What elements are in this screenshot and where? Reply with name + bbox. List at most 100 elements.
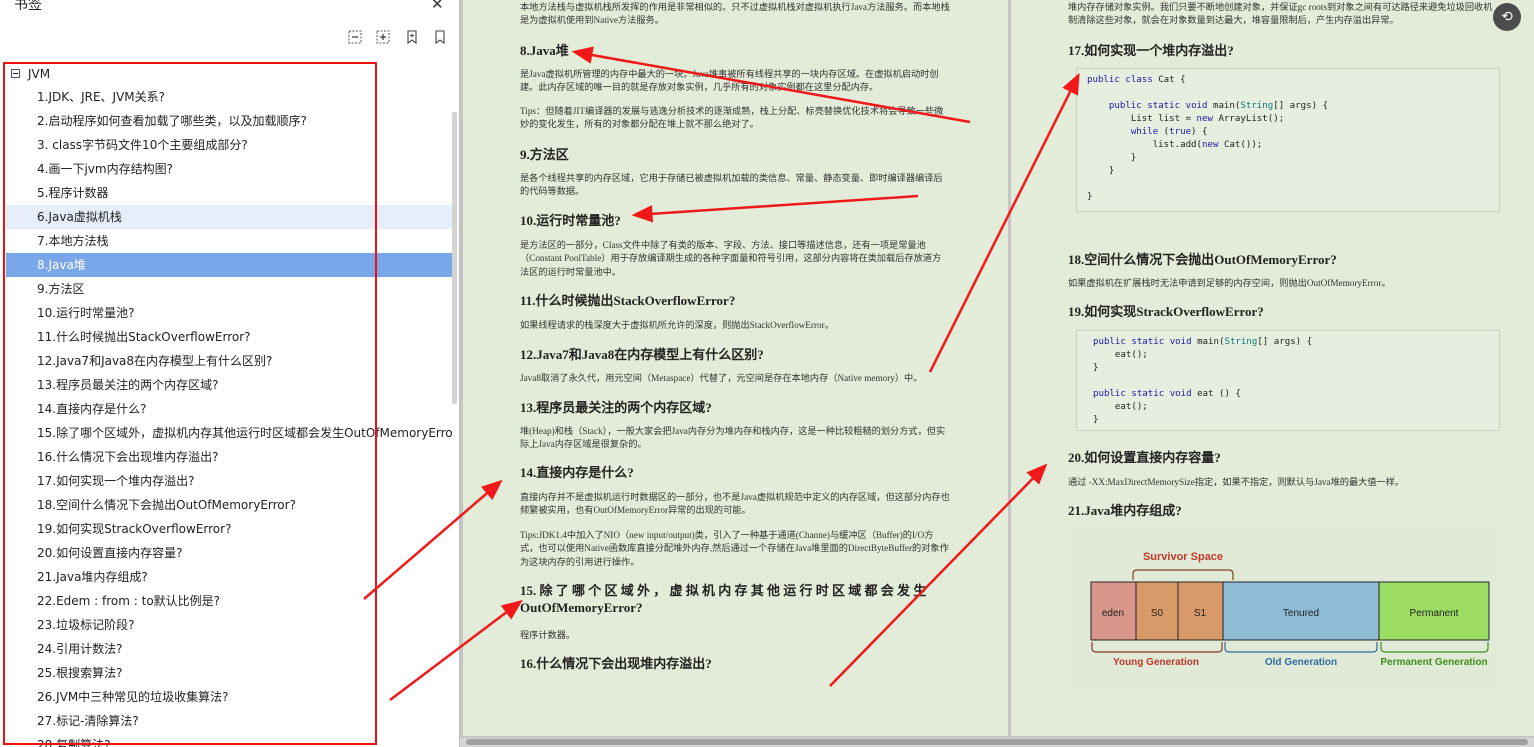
s1-label: S1 xyxy=(1194,608,1207,619)
code-line: while (true) { xyxy=(1130,127,1208,137)
bookmark-label: 23.垃圾标记阶段? xyxy=(37,618,135,632)
heading-15: 15. 除 了 哪 个 区 域 外 ， 虚 拟 机 内 存 其 他 运 行 时 … xyxy=(520,583,927,598)
bookmark-item[interactable]: 1.JDK、JRE、JVM关系? xyxy=(6,85,452,109)
bookmark-label: 14.直接内存是什么? xyxy=(37,402,147,416)
code-line: eat(); xyxy=(1114,402,1148,412)
paragraph: 如果虚拟机在扩展栈时无法申请到足够的内存空间，则抛出OutOfMemoryErr… xyxy=(1068,278,1391,288)
bookmark-item[interactable]: 20.如何设置直接内存容量? xyxy=(6,541,452,565)
bookmark-item[interactable]: 8.Java堆 xyxy=(6,253,452,277)
paragraph: Tips：但随着JIT编译器的发展与逃逸分析技术的逐渐成熟，栈上分配、标亮替换优… xyxy=(520,106,944,130)
s0-label: S0 xyxy=(1151,608,1164,619)
bookmark-label: 6.Java虚拟机栈 xyxy=(37,210,122,224)
bookmark-item[interactable]: 24.引用计数法? xyxy=(6,637,452,661)
bookmark-item[interactable]: 27.标记-清除算法? xyxy=(6,709,452,733)
scrollbar-thumb[interactable] xyxy=(466,739,1528,745)
heading-10: 10.运行时常量池? xyxy=(520,213,621,228)
bookmark-item[interactable]: 26.JVM中三种常见的垃圾收集算法? xyxy=(6,685,452,709)
code-line: } xyxy=(1093,363,1099,373)
bookmark-label: 28.复制算法? xyxy=(37,738,111,747)
paragraph: 本地方法栈与虚拟机栈所发挥的作用是非常相似的。只不过虚拟机栈对虚拟机执行Java… xyxy=(520,2,950,26)
permanent-label: Permanent xyxy=(1410,608,1459,619)
paragraph: 是Java虚拟机所管理的内存中最大的一块。Java堆事被所有线程共享的一块内存区… xyxy=(520,69,939,93)
bookmark-label: 5.程序计数器 xyxy=(37,186,109,200)
collapse-all-icon[interactable] xyxy=(346,28,364,46)
bookmarks-scrollbar[interactable] xyxy=(452,112,457,404)
bookmark-item[interactable]: 28.复制算法? xyxy=(6,733,452,747)
bookmark-label: 24.引用计数法? xyxy=(37,642,123,656)
document-viewer: 本地方法栈与虚拟机栈所发挥的作用是非常相似的。只不过虚拟机栈对虚拟机执行Java… xyxy=(460,0,1534,747)
bookmark-label: JVM xyxy=(28,67,51,81)
heading-13: 13.程序员最关注的两个内存区域? xyxy=(520,400,712,415)
bookmark-item[interactable]: 7.本地方法栈 xyxy=(6,229,452,253)
code-line: public static void eat () { xyxy=(1093,389,1241,399)
bookmark-item[interactable]: 10.运行时常量池? xyxy=(6,301,452,325)
bookmark-label: 16.什么情况下会出现堆内存溢出? xyxy=(37,450,219,464)
bookmark-label: 22.Edem : from : to默认比例是? xyxy=(37,594,221,608)
heading-8: 8.Java堆 xyxy=(520,43,569,58)
bookmark-label: 17.如何实现一个堆内存溢出? xyxy=(37,474,195,488)
add-bookmark-icon[interactable] xyxy=(403,28,421,46)
bookmark-item[interactable]: 9.方法区 xyxy=(6,277,452,301)
bookmark-item[interactable]: 4.画一下jvm内存结构图? xyxy=(6,157,452,181)
bookmark-label: 25.根搜索算法? xyxy=(37,666,123,680)
bookmark-item[interactable]: 13.程序员最关注的两个内存区域? xyxy=(6,373,452,397)
bookmark-item[interactable]: 3. class字节码文件10个主要组成部分? xyxy=(6,133,452,157)
bookmark-item[interactable]: 15.除了哪个区域外，虚拟机内存其他运行时区域都会发生OutOfMemoryEr… xyxy=(6,421,452,445)
paragraph: Tips:JDK1.4中加入了NIO（new input/output)类，引入… xyxy=(520,530,949,567)
bookmark-item[interactable]: 21.Java堆内存组成? xyxy=(6,565,452,589)
bookmark-label: 20.如何设置直接内存容量? xyxy=(37,546,183,560)
heading-12: 12.Java7和Java8在内存模型上有什么区别? xyxy=(520,347,764,362)
bookmarks-header: 书签 ✕ xyxy=(0,0,459,16)
bookmark-tree: JVM 1.JDK、JRE、JVM关系? 2.启动程序如何查看加载了哪些类，以及加载… xyxy=(0,60,452,747)
bookmark-item[interactable]: 5.程序计数器 xyxy=(6,181,452,205)
paragraph: 堆内存存储对象实例。我们只要不断地创建对象，并保证gc roots到对象之间有可… xyxy=(1068,2,1493,26)
code-line: public static void main(String[] args) { xyxy=(1093,337,1313,347)
bookmark-item[interactable]: 16.什么情况下会出现堆内存溢出? xyxy=(6,445,452,469)
tenured-label: Tenured xyxy=(1283,608,1319,619)
code-block: public static void main(String[] args) {… xyxy=(1076,330,1500,431)
bookmark-item[interactable]: 25.根搜索算法? xyxy=(6,661,452,685)
bookmark-item[interactable]: 23.垃圾标记阶段? xyxy=(6,613,452,637)
collapse-toggle-icon[interactable] xyxy=(11,69,20,78)
bookmark-label: 26.JVM中三种常见的垃圾收集算法? xyxy=(37,690,229,704)
paragraph: 是各个线程共享的内存区域，它用于存储已被虚拟机加载的类信息、常量、静态变量、即时… xyxy=(520,173,943,197)
ocr-button[interactable]: ⟲ xyxy=(1493,3,1521,31)
bookmark-item[interactable]: 14.直接内存是什么? xyxy=(6,397,452,421)
bookmark-label: 3. class字节码文件10个主要组成部分? xyxy=(37,138,248,152)
heading-21: 21.Java堆内存组成? xyxy=(1068,503,1182,518)
bookmark-item[interactable]: 17.如何实现一个堆内存溢出? xyxy=(6,469,452,493)
horizontal-scrollbar[interactable] xyxy=(460,738,1534,747)
bookmark-item[interactable]: 22.Edem : from : to默认比例是? xyxy=(6,589,452,613)
bookmark-item[interactable]: 19.如何实现StrackOverflowError? xyxy=(6,517,452,541)
bookmark-label: 9.方法区 xyxy=(37,282,85,296)
bookmark-item[interactable]: 18.空间什么情况下会抛出OutOfMemoryError? xyxy=(6,493,452,517)
bookmark-label: 4.画一下jvm内存结构图? xyxy=(37,162,173,176)
paragraph: 是方法区的一部分，Class文件中除了有类的版本、字段、方法、接口等描述信息，还… xyxy=(520,240,942,277)
bookmark-icon[interactable] xyxy=(431,28,449,46)
code-line: list.add(new Cat()); xyxy=(1152,140,1263,150)
heading-18: 18.空间什么情况下会抛出OutOfMemoryError? xyxy=(1068,252,1337,267)
code-line: } xyxy=(1087,192,1093,202)
heading-9: 9.方法区 xyxy=(520,147,569,162)
paragraph: 直接内存并不是虚拟机运行时数据区的一部分，也不是Java虚拟机规范中定义的内存区… xyxy=(520,492,950,516)
bookmark-label: 12.Java7和Java8在内存模型上有什么区别? xyxy=(37,354,273,368)
bookmark-item[interactable]: 6.Java虚拟机栈 xyxy=(6,205,452,229)
bookmarks-toolbar xyxy=(0,24,459,54)
code-line: public class Cat { xyxy=(1087,75,1186,85)
heading-14: 14.直接内存是什么? xyxy=(520,465,634,480)
bookmark-item[interactable]: 11.什么时候抛出StackOverflowError? xyxy=(6,325,452,349)
bookmark-label: 19.如何实现StrackOverflowError? xyxy=(37,522,232,536)
close-icon[interactable]: ✕ xyxy=(431,0,444,13)
bookmark-item[interactable]: 2.启动程序如何查看加载了哪些类，以及加载顺序? xyxy=(6,109,452,133)
bookmark-label: 8.Java堆 xyxy=(37,258,86,272)
bookmark-label: 11.什么时候抛出StackOverflowError? xyxy=(37,330,251,344)
bookmark-root-jvm[interactable]: JVM xyxy=(6,62,452,86)
bookmark-label: 27.标记-清除算法? xyxy=(37,714,139,728)
document-page-left: 本地方法栈与虚拟机栈所发挥的作用是非常相似的。只不过虚拟机栈对虚拟机执行Java… xyxy=(463,0,1008,736)
code-line: eat(); xyxy=(1114,350,1148,360)
expand-all-icon[interactable] xyxy=(374,28,392,46)
bookmark-item[interactable]: 12.Java7和Java8在内存模型上有什么区别? xyxy=(6,349,452,373)
document-page-right: 堆内存存储对象实例。我们只要不断地创建对象，并保证gc roots到对象之间有可… xyxy=(1011,0,1534,736)
